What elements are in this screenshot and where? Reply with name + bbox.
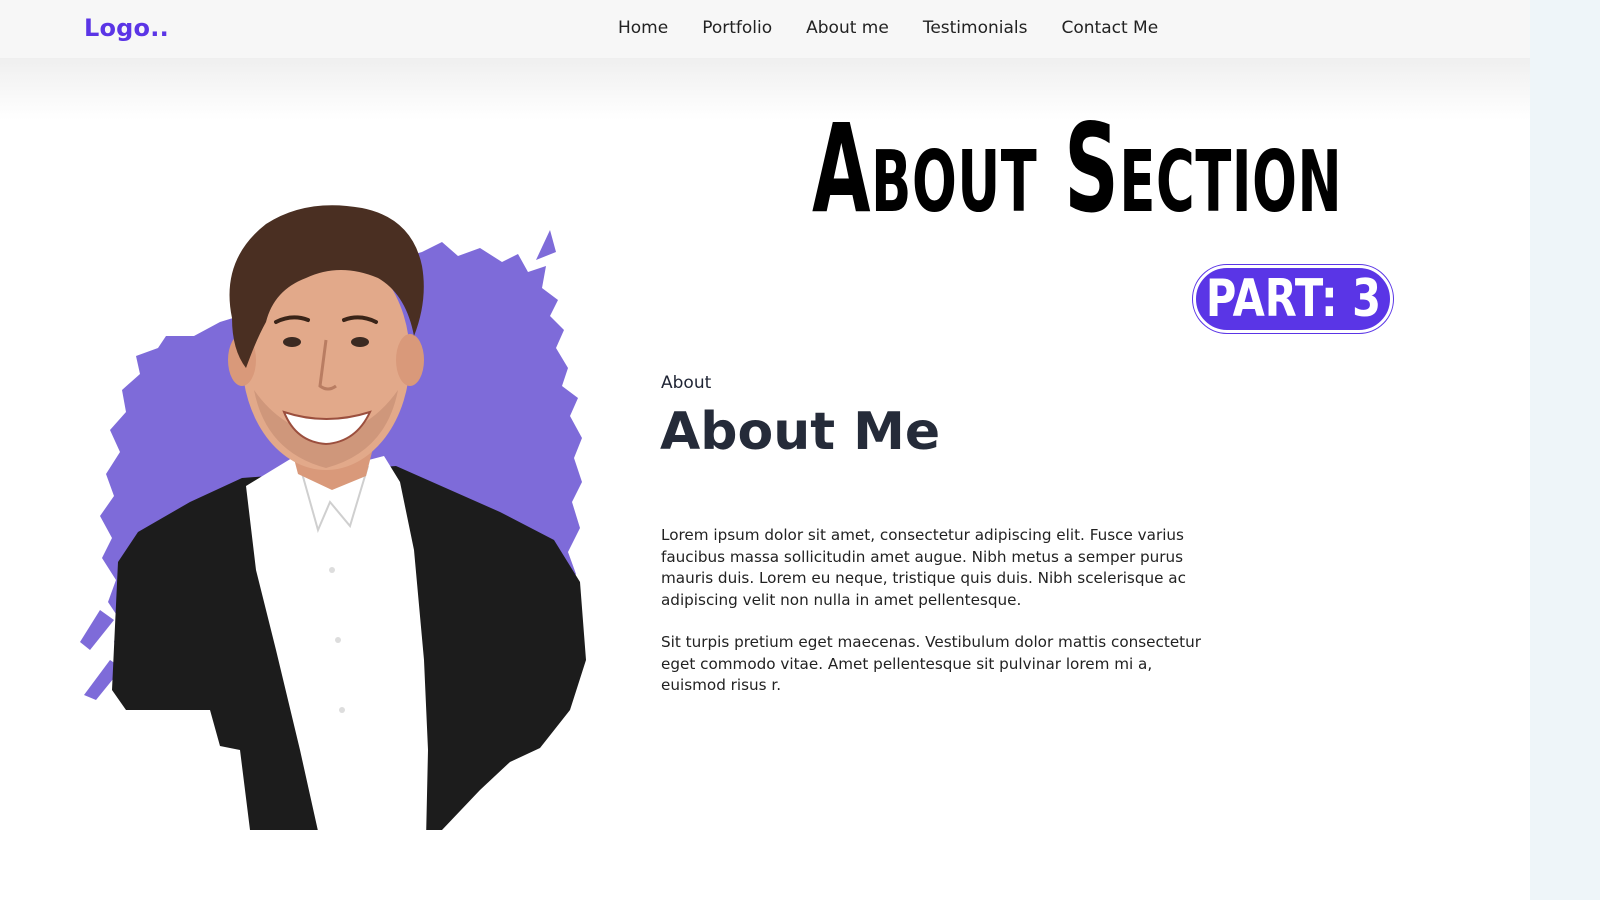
about-paragraph-1: Lorem ipsum dolor sit amet, consectetur …	[661, 526, 1186, 609]
nav-contact-me[interactable]: Contact Me	[1061, 18, 1158, 38]
top-navbar: Logo.. Home Portfolio About me Testimoni…	[0, 0, 1530, 58]
part-badge: PART: 3	[1193, 265, 1393, 333]
nav-home[interactable]: Home	[618, 18, 668, 38]
main-nav: Home Portfolio About me Testimonials Con…	[618, 18, 1192, 38]
nav-testimonials[interactable]: Testimonials	[923, 18, 1028, 38]
page: Logo.. Home Portfolio About me Testimoni…	[0, 0, 1530, 900]
section-eyebrow: About	[661, 373, 712, 393]
nav-portfolio[interactable]: Portfolio	[702, 18, 772, 38]
about-paragraph-2: Sit turpis pretium eget maecenas. Vestib…	[661, 633, 1201, 694]
section-heading: About Me	[660, 402, 941, 462]
right-gutter	[1530, 0, 1600, 900]
profile-photo	[80, 205, 586, 840]
part-badge-label: PART: 3	[1205, 269, 1381, 329]
nav-about-me[interactable]: About me	[806, 18, 889, 38]
promo-title: About Section	[812, 98, 1343, 240]
logo-link[interactable]: Logo..	[84, 14, 169, 42]
